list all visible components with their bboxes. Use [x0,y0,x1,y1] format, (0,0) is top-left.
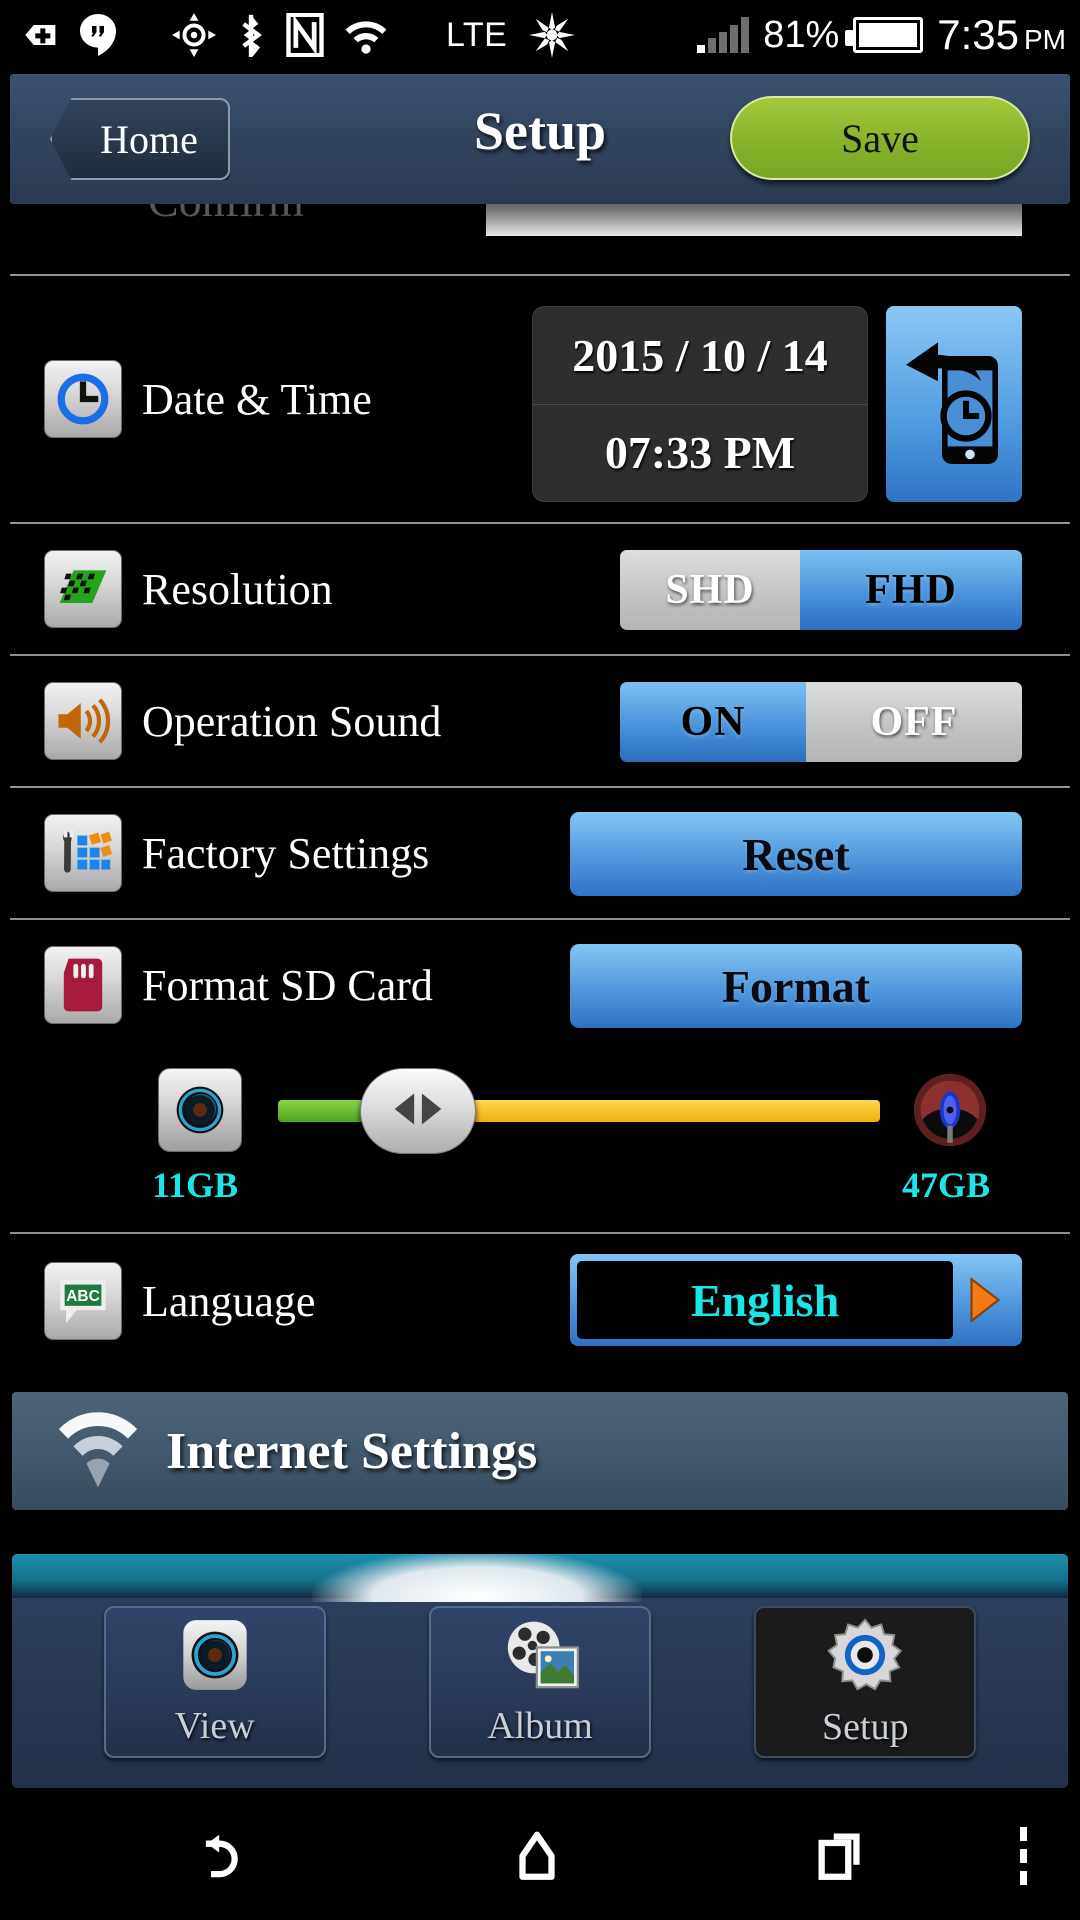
date-value[interactable]: 2015 / 10 / 14 [533,307,867,405]
steering-wheel-icon [908,1068,992,1152]
settings-list[interactable]: Confirm Date & Time 2015 / 10 / 14 07:33… [0,204,1080,1368]
wifi-icon [342,15,390,55]
language-selector[interactable]: English [570,1254,1022,1346]
operation-sound-option-off[interactable]: OFF [806,682,1022,762]
confirm-row-label: Confirm [148,204,304,227]
overflow-menu-icon[interactable] [1020,1792,1027,1920]
save-button[interactable]: Save [730,96,1030,180]
status-bar: LTE 81% 7:35 PM [0,0,1080,70]
status-bar-clock: 7:35 PM [937,11,1066,59]
dock-cloud-decoration [312,1554,642,1602]
tab-setup[interactable]: Setup [754,1606,977,1758]
tab-setup-label: Setup [822,1705,909,1748]
internet-settings-banner[interactable]: Internet Settings [12,1392,1068,1510]
network-type-label: LTE [446,15,508,54]
tab-album-label: Album [487,1704,593,1747]
brightness-icon [529,12,576,58]
format-button-label: Format [721,960,871,1012]
speaker-icon [44,682,122,760]
format-button[interactable]: Format [570,944,1022,1028]
hangouts-icon [80,13,116,57]
app-screen: LTE 81% 7:35 PM Home Setup Save Date & T… [0,0,1080,1920]
language-icon: ABC [44,1262,122,1340]
home-icon[interactable] [508,1792,566,1920]
battery-percent-label: 81% [763,13,840,56]
factory-settings-icon [44,814,122,892]
operation-sound-option-on[interactable]: ON [620,682,806,762]
sync-phone-clock-icon[interactable] [886,306,1022,502]
row-label-factory-settings: Factory Settings [142,828,430,878]
storage-right-icon-wrap [908,1068,992,1152]
row-format-sd-card[interactable]: Format SD Card Format [0,920,1080,1050]
camera-lens-icon [179,1617,251,1698]
reset-button-label: Reset [742,828,850,880]
left-right-arrows-icon [385,1089,451,1134]
film-photo-icon [499,1617,581,1698]
row-resolution[interactable]: Resolution SHD FHD [0,524,1080,654]
operation-sound-toggle[interactable]: ON OFF [620,682,1022,762]
resolution-option-fhd[interactable]: FHD [800,550,1022,630]
app-header: Home Setup Save [10,74,1070,204]
row-storage-slider[interactable]: 11GB 47GB [0,1050,1080,1232]
tab-album[interactable]: Album [428,1606,651,1758]
tab-view[interactable]: View [103,1606,326,1758]
wifi-icon [52,1403,144,1500]
row-label-operation-sound: Operation Sound [142,696,442,746]
row-operation-sound[interactable]: Operation Sound ON OFF [0,656,1080,786]
bluetooth-icon [234,13,268,62]
nfc-icon [286,12,324,58]
vpn-key-icon [22,15,62,55]
clock-ampm: PM [1024,24,1066,55]
row-label-format-sd-card: Format SD Card [142,960,433,1010]
row-label-date-time: Date & Time [142,374,372,424]
gear-icon [825,1616,905,1699]
clock-time: 7:35 [937,11,1019,58]
storage-left-icon-wrap [158,1068,242,1152]
tab-view-label: View [174,1704,255,1747]
save-button-label: Save [841,115,919,161]
bottom-tab-bar: View Album Setup [12,1554,1068,1788]
language-value[interactable]: English [577,1261,953,1339]
date-time-display[interactable]: 2015 / 10 / 14 07:33 PM [532,306,868,502]
recents-icon[interactable] [812,1792,870,1920]
svg-text:ABC: ABC [66,1288,99,1305]
row-label-language: Language [142,1276,316,1326]
battery-icon [845,17,924,53]
row-date-time[interactable]: Date & Time 2015 / 10 / 14 07:33 PM [0,276,1080,522]
internet-settings-label: Internet Settings [166,1422,538,1480]
status-bar-notification-icons [22,12,390,62]
confirm-row-clipped[interactable]: Confirm [0,204,1080,274]
signal-strength-icon [697,17,750,53]
resolution-toggle[interactable]: SHD FHD [620,550,1022,630]
resolution-option-shd[interactable]: SHD [620,550,800,630]
storage-right-capacity: 47GB [902,1165,991,1205]
android-nav-bar [0,1792,1080,1920]
resolution-icon [44,550,122,628]
row-language[interactable]: ABC Language English [0,1234,1080,1368]
play-arrow-icon[interactable] [953,1275,1015,1325]
row-label-resolution: Resolution [142,564,333,614]
clock-icon [44,360,122,438]
reset-button[interactable]: Reset [570,812,1022,896]
confirm-row-field[interactable] [486,204,1022,236]
sd-card-icon [44,946,122,1024]
back-icon[interactable] [196,1792,254,1920]
time-value[interactable]: 07:33 PM [533,405,867,502]
row-factory-settings[interactable]: Factory Settings Reset [0,788,1080,918]
location-icon [172,13,216,57]
storage-left-capacity: 11GB [152,1165,239,1205]
storage-slider-handle[interactable] [360,1068,476,1154]
camera-lens-icon [158,1068,242,1152]
